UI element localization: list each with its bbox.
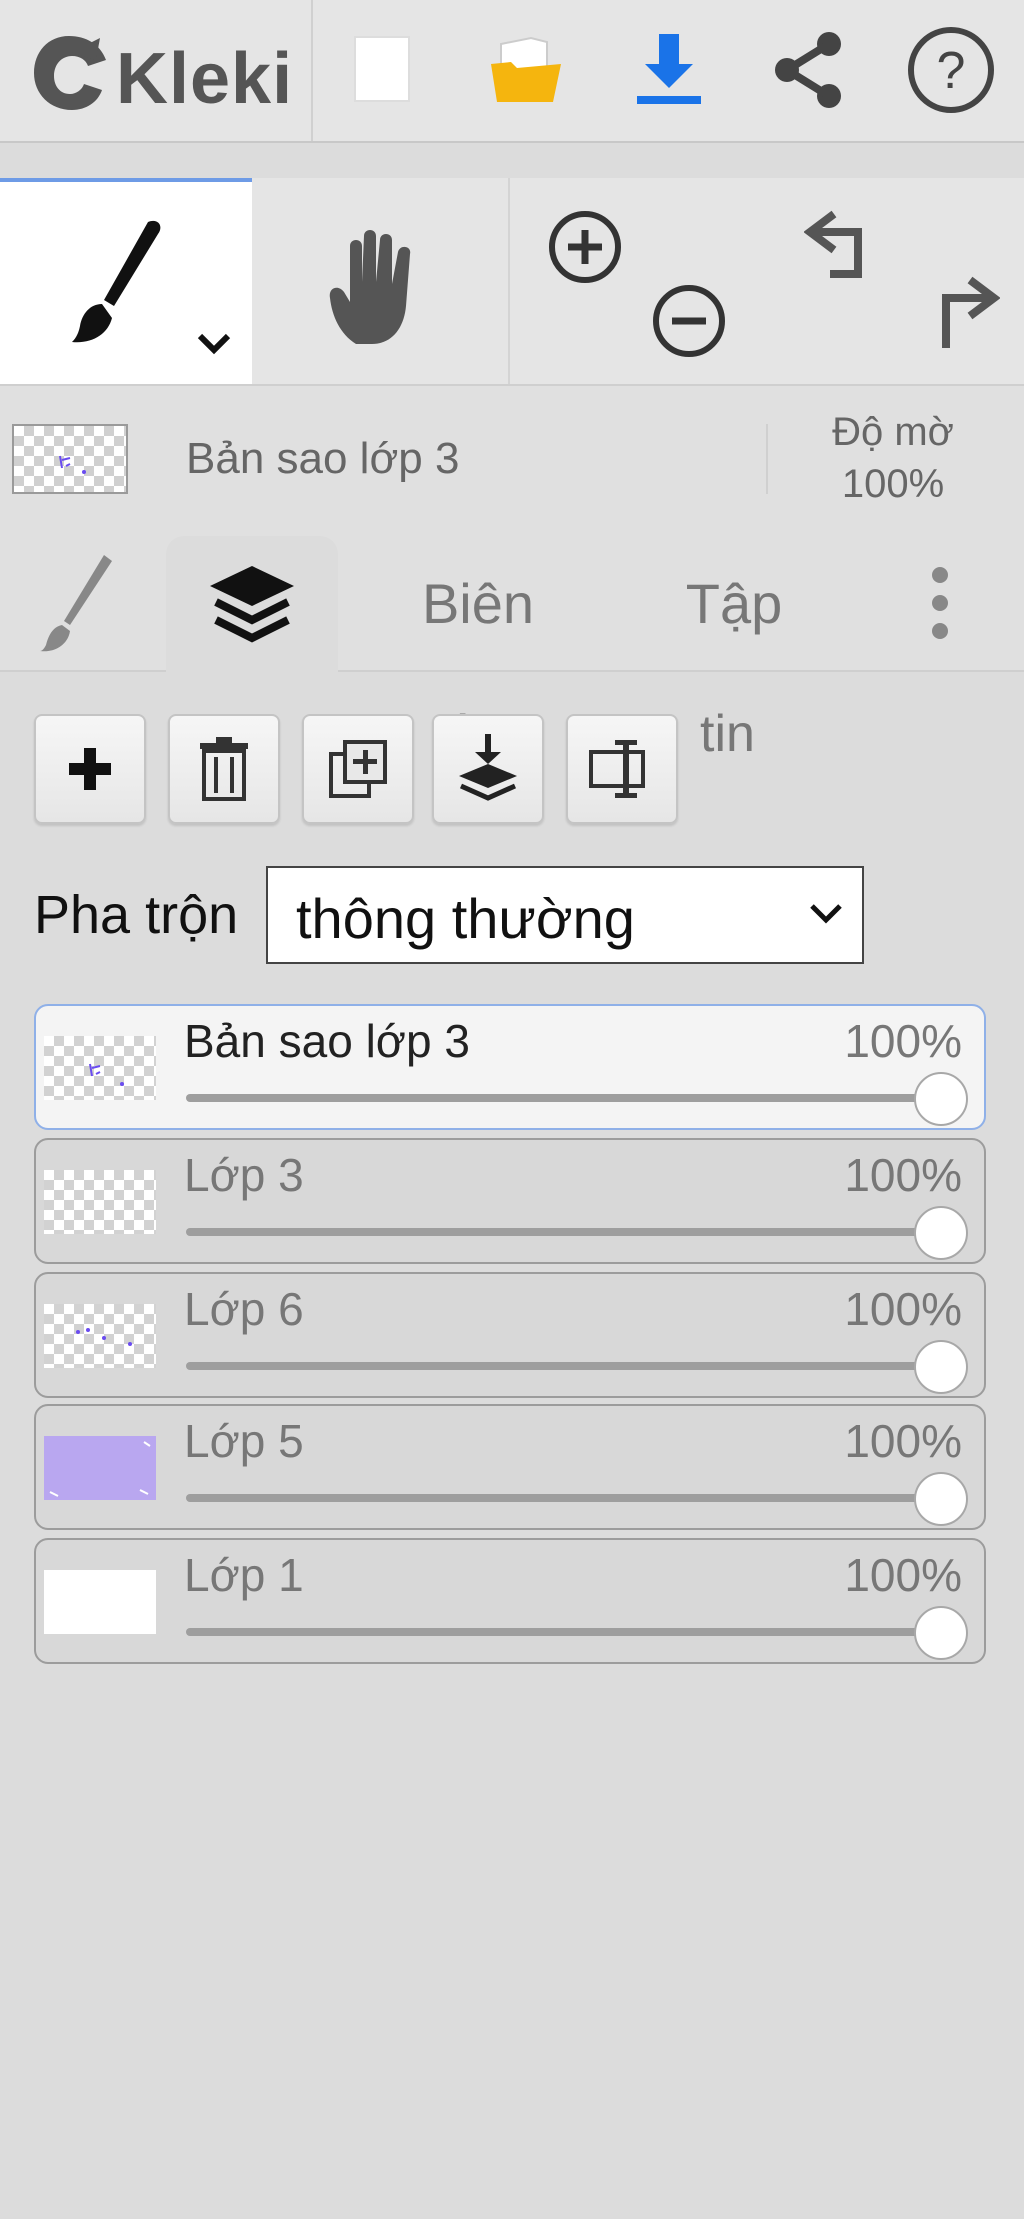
- layer-row[interactable]: Lớp 5 100%: [34, 1404, 986, 1530]
- brush-icon: [72, 220, 161, 343]
- brush-tab-icon: [40, 555, 112, 652]
- chevron-down-icon: [810, 904, 842, 924]
- help-button[interactable]: ?: [896, 20, 1006, 120]
- opacity-label: Độ mờ: [832, 410, 954, 454]
- more-vertical-icon: [932, 567, 948, 639]
- layer-name: Lớp 6: [184, 1283, 304, 1335]
- download-button[interactable]: [614, 20, 724, 120]
- layer-thumbnail: [44, 1170, 156, 1234]
- blend-mode-select[interactable]: thông thường: [266, 866, 864, 964]
- merge-down-button[interactable]: [432, 714, 544, 824]
- tab-brush[interactable]: [18, 536, 138, 670]
- layer-opacity-handle[interactable]: [914, 1606, 968, 1660]
- panel-tabs: Biên Tập: [0, 536, 1024, 672]
- blend-mode-value: thông thường: [296, 887, 635, 950]
- tab-file-overflow-text: tin: [700, 705, 755, 763]
- layer-opacity: 100%: [844, 1149, 962, 1201]
- hand-icon: [329, 230, 411, 344]
- redo-icon[interactable]: [916, 274, 1000, 358]
- rename-layer-button[interactable]: [566, 714, 678, 824]
- add-layer-button[interactable]: [34, 714, 146, 824]
- tab-file-label: Tập: [685, 571, 783, 635]
- tool-row: [0, 178, 1024, 386]
- layer-opacity-slider[interactable]: [186, 1362, 962, 1370]
- tab-file[interactable]: Tập: [636, 536, 832, 670]
- blend-mode-label: Pha trộn: [34, 885, 239, 945]
- app-name: Kleki: [116, 39, 294, 119]
- layer-opacity-handle[interactable]: [914, 1206, 968, 1260]
- layer-opacity-slider[interactable]: [186, 1228, 962, 1236]
- current-layer-name: Bản sao lớp 3: [186, 434, 460, 483]
- divider: [766, 424, 768, 494]
- layer-opacity-handle[interactable]: [914, 1340, 968, 1394]
- layer-opacity: 100%: [844, 1015, 962, 1067]
- layer-row[interactable]: Lớp 6 100%: [34, 1272, 986, 1398]
- merge-down-icon: [459, 734, 517, 801]
- share-icon: [775, 32, 841, 108]
- opacity-value: 100%: [841, 462, 945, 506]
- delete-layer-icon: [200, 737, 248, 801]
- layer-opacity-slider[interactable]: [186, 1494, 962, 1502]
- svg-text:?: ?: [937, 42, 966, 100]
- layer-thumbnail: [44, 1036, 156, 1100]
- layer-thumbnail: [44, 1304, 156, 1368]
- share-button[interactable]: [754, 20, 864, 120]
- top-toolbar: Kleki ?: [0, 0, 1024, 143]
- rename-layer-icon: [589, 740, 645, 798]
- layer-thumbnail: [44, 1570, 156, 1634]
- tab-layers[interactable]: [166, 536, 338, 672]
- layer-row[interactable]: Lớp 3 100%: [34, 1138, 986, 1264]
- history-controls: [768, 178, 1024, 384]
- help-icon: ?: [908, 27, 994, 113]
- layer-name: Lớp 5: [184, 1415, 304, 1467]
- zoom-out-icon[interactable]: [650, 282, 728, 360]
- zoom-in-icon[interactable]: [546, 208, 624, 286]
- layer-opacity: 100%: [844, 1415, 962, 1467]
- undo-icon[interactable]: [804, 208, 888, 288]
- new-file-icon: [354, 36, 410, 102]
- layers-icon: [210, 566, 294, 643]
- layer-row[interactable]: Bản sao lớp 3 100%: [34, 1004, 986, 1130]
- layer-row[interactable]: Lớp 1 100%: [34, 1538, 986, 1664]
- open-file-button[interactable]: [472, 20, 582, 120]
- open-folder-icon: [491, 36, 561, 102]
- current-layer-thumbnail: [12, 424, 128, 494]
- layer-thumbnail: [44, 1436, 156, 1500]
- add-layer-icon: [69, 748, 111, 790]
- tab-edit-label: Biên: [421, 571, 535, 635]
- layer-opacity: 100%: [844, 1283, 962, 1335]
- current-layer-bar: [0, 386, 1024, 536]
- layer-opacity-handle[interactable]: [914, 1072, 968, 1126]
- app-logo[interactable]: Kleki: [0, 0, 313, 141]
- hand-tool-button[interactable]: [254, 178, 510, 384]
- zoom-controls: [510, 178, 764, 384]
- layer-name: Bản sao lớp 3: [184, 1015, 470, 1067]
- brush-tool-button[interactable]: [0, 178, 252, 384]
- download-icon: [637, 34, 701, 104]
- new-file-button[interactable]: [328, 20, 438, 120]
- layer-opacity: 100%: [844, 1549, 962, 1601]
- chevron-down-icon[interactable]: [196, 332, 232, 356]
- layer-opacity-slider[interactable]: [186, 1094, 962, 1102]
- duplicate-layer-icon: [329, 740, 387, 798]
- delete-layer-button[interactable]: [168, 714, 280, 824]
- layer-name: Lớp 3: [184, 1149, 304, 1201]
- layer-opacity-handle[interactable]: [914, 1472, 968, 1526]
- layer-opacity-slider[interactable]: [186, 1628, 962, 1636]
- kleki-logo-icon: [34, 36, 106, 110]
- tab-more[interactable]: [900, 536, 980, 670]
- tab-edit[interactable]: Biên: [380, 536, 576, 670]
- duplicate-layer-button[interactable]: [302, 714, 414, 824]
- layer-name: Lớp 1: [184, 1549, 304, 1601]
